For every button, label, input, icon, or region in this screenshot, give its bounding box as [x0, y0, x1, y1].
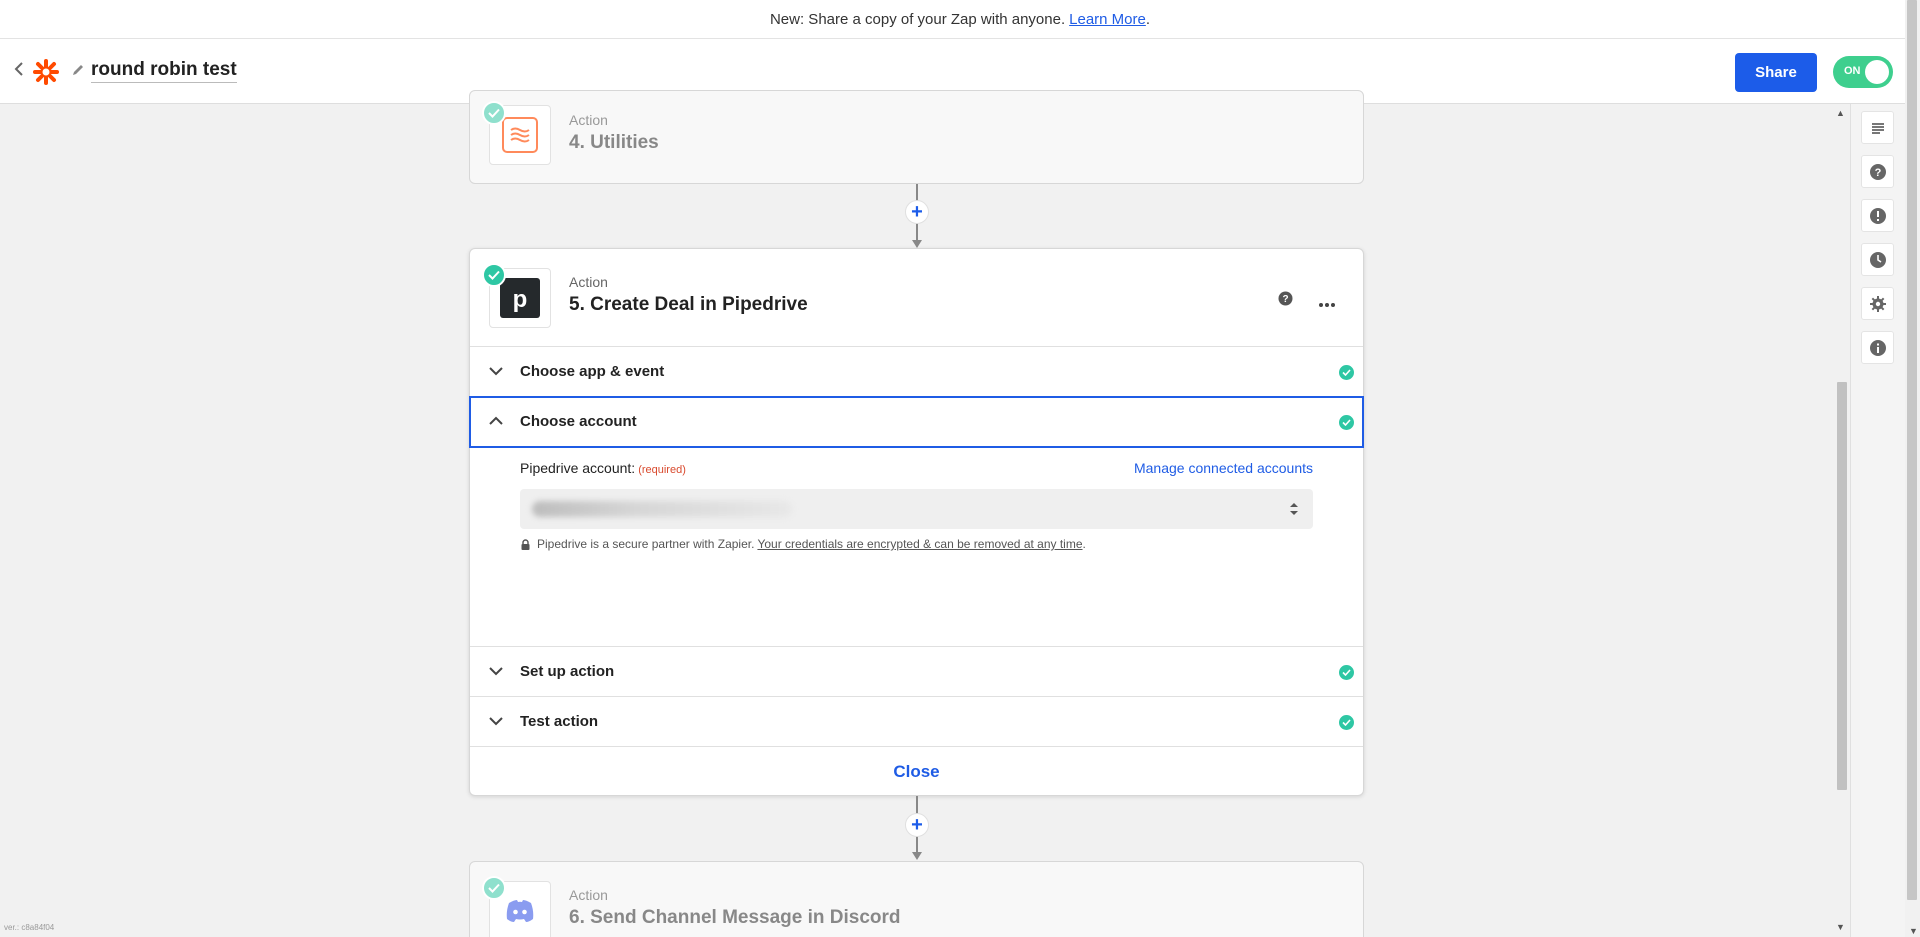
section-complete-check-icon: [1339, 415, 1354, 430]
svg-text:?: ?: [1874, 167, 1881, 179]
secure-partner-note: Pipedrive is a secure partner with Zapie…: [520, 537, 1086, 551]
lock-icon: [521, 538, 530, 550]
chevron-up-icon: [489, 416, 503, 425]
step-card-discord[interactable]: Action 6. Send Channel Message in Discor…: [469, 861, 1364, 937]
step-title: 4. Utilities: [569, 132, 659, 153]
step-title: 6. Send Channel Message in Discord: [569, 907, 901, 928]
step-complete-check-icon: [482, 101, 506, 125]
section-complete-check-icon: [1339, 715, 1354, 730]
section-set-up-action[interactable]: Set up action: [470, 646, 1363, 696]
back-chevron-icon[interactable]: [14, 61, 30, 81]
step-card-utilities[interactable]: Action 4. Utilities: [469, 90, 1364, 184]
edit-pencil-icon[interactable]: [71, 63, 85, 77]
pipedrive-account-label: Pipedrive account: (required): [520, 460, 686, 476]
step-kicker: Action: [569, 887, 608, 903]
toggle-knob: [1865, 60, 1889, 84]
step-title: 5. Create Deal in Pipedrive: [569, 294, 808, 315]
step-card-pipedrive: p Action 5. Create Deal in Pipedrive ? C…: [469, 248, 1364, 796]
zap-title[interactable]: round robin test: [91, 59, 237, 83]
question-circle-icon[interactable]: ?: [1278, 291, 1293, 306]
field-label-text: Pipedrive account:: [520, 460, 636, 476]
history-clock-icon[interactable]: [1861, 243, 1894, 276]
zapier-logo-icon[interactable]: [33, 59, 59, 85]
formatter-icon: [502, 117, 538, 153]
step-kicker: Action: [569, 112, 608, 128]
select-arrows-icon: [1290, 503, 1298, 515]
step-kicker: Action: [569, 274, 608, 290]
section-title: Test action: [520, 713, 599, 730]
announcement-banner: New: Share a copy of your Zap with anyon…: [0, 0, 1920, 39]
info-icon[interactable]: [1861, 331, 1894, 364]
zap-on-toggle[interactable]: ON: [1833, 56, 1893, 88]
details-list-icon[interactable]: [1861, 111, 1894, 144]
canvas-scroll-thumb[interactable]: [1837, 382, 1847, 790]
section-choose-account[interactable]: Choose account: [469, 396, 1364, 448]
connector-arrow: [912, 852, 922, 860]
version-label: ver.: c8a84f04: [4, 923, 55, 932]
step-complete-check-icon: [482, 876, 506, 900]
banner-suffix: .: [1145, 10, 1151, 28]
section-test-action[interactable]: Test action: [470, 696, 1363, 746]
section-complete-check-icon: [1339, 365, 1354, 380]
scroll-down-arrow-icon[interactable]: ▼: [1836, 922, 1845, 932]
section-title: Choose app & event: [520, 363, 665, 380]
pipedrive-account-select[interactable]: [520, 489, 1313, 529]
connector-arrow: [912, 240, 922, 248]
chevron-down-icon: [489, 717, 503, 726]
redacted-account-value: [532, 501, 792, 517]
learn-more-link[interactable]: Learn More: [1069, 11, 1146, 28]
settings-gear-icon[interactable]: [1861, 287, 1894, 320]
section-complete-check-icon: [1339, 665, 1354, 680]
required-marker: (required): [638, 464, 686, 476]
section-choose-app-event[interactable]: Choose app & event: [470, 346, 1363, 396]
svg-text:p: p: [513, 286, 528, 313]
toggle-label: ON: [1844, 65, 1861, 77]
page-scroll-down-arrow-icon[interactable]: ▼: [1909, 926, 1918, 936]
section-title: Choose account: [520, 413, 637, 430]
chevron-down-icon: [489, 367, 503, 376]
manage-connected-accounts-link[interactable]: Manage connected accounts: [1134, 460, 1313, 476]
page-scroll-thumb[interactable]: [1907, 0, 1917, 900]
add-step-button[interactable]: +: [905, 813, 929, 837]
pipedrive-logo-icon: p: [500, 278, 540, 318]
more-options-icon[interactable]: [1318, 295, 1336, 307]
share-button[interactable]: Share: [1735, 53, 1817, 92]
section-title: Set up action: [520, 663, 615, 680]
close-step-button[interactable]: Close: [470, 746, 1363, 796]
secure-note-text: Pipedrive is a secure partner with Zapie…: [537, 537, 755, 551]
chevron-down-icon: [489, 667, 503, 676]
help-icon[interactable]: ?: [1861, 155, 1894, 188]
scroll-up-arrow-icon[interactable]: ▲: [1836, 108, 1845, 118]
alert-icon[interactable]: [1861, 199, 1894, 232]
credentials-encrypted-link[interactable]: Your credentials are encrypted & can be …: [757, 537, 1082, 551]
step-complete-check-icon: [482, 263, 506, 287]
banner-text: New: Share a copy of your Zap with anyon…: [769, 10, 1066, 28]
add-step-button[interactable]: +: [905, 200, 929, 224]
secure-note-suffix: .: [1082, 537, 1086, 551]
discord-logo-icon: [500, 891, 540, 931]
right-sidebar: ?: [1850, 104, 1905, 937]
svg-text:?: ?: [1282, 294, 1288, 305]
